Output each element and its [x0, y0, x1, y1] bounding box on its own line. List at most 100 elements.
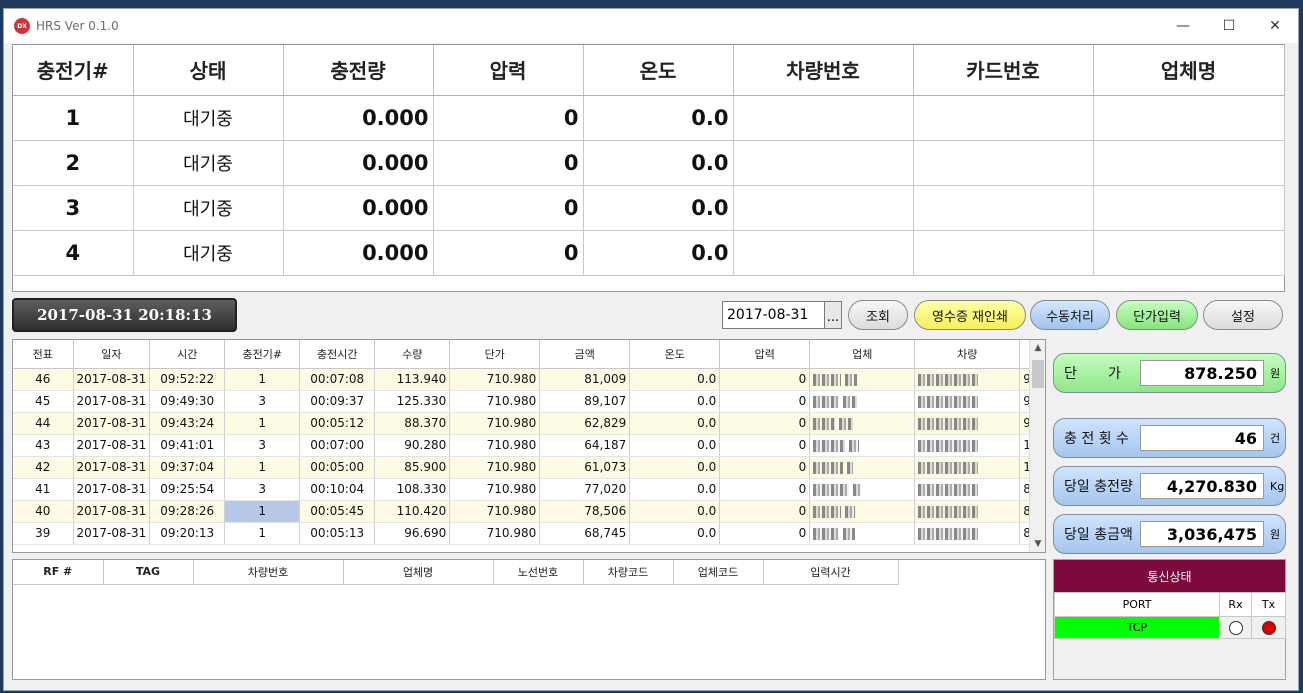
reprint-receipt-button[interactable]: 영수증 재인쇄	[914, 300, 1026, 330]
col-header-duration[interactable]: 충전시간	[299, 340, 376, 369]
table-row[interactable]: 43 2017-08-31 09:41:01 3 00:07:00 90.280 710.9…	[13, 434, 1035, 457]
col-header-pressure[interactable]: 압력	[719, 340, 811, 369]
ledger-amount: 64,187	[539, 434, 631, 457]
charger-pressure: 0	[433, 95, 584, 141]
table-row[interactable]: 45 2017-08-31 09:49:30 3 00:09:37 125.330 710.…	[13, 390, 1035, 413]
col-header-charger[interactable]: 충전기#	[13, 45, 134, 96]
comm-status-panel: 통신상태 PORT Rx Tx TCP	[1053, 559, 1286, 680]
ledger-charger: 1	[224, 456, 301, 479]
col-header-rf[interactable]: RF #	[13, 560, 104, 585]
charger-row[interactable]: 1 대기중 0.000 0 0.0	[13, 95, 1285, 141]
redacted-text	[839, 417, 854, 430]
col-header-amount[interactable]: 금액	[539, 340, 631, 369]
ledger-time: 09:52:22	[149, 368, 226, 391]
tx-cell	[1251, 616, 1286, 639]
scroll-up-icon[interactable]: ▲	[1030, 340, 1045, 356]
ledger-temp: 0.0	[629, 434, 721, 457]
maximize-button[interactable]: ☐	[1206, 9, 1252, 43]
ledger-charger: 3	[224, 478, 301, 501]
table-row[interactable]: 46 2017-08-31 09:52:22 1 00:07:08 113.940 710.…	[13, 368, 1035, 391]
charger-number: 3	[13, 185, 134, 231]
table-row[interactable]: 44 2017-08-31 09:43:24 1 00:05:12 88.370 710.9…	[13, 412, 1035, 435]
table-row[interactable]: 39 2017-08-31 09:20:13 1 00:05:13 96.690 710.9…	[13, 522, 1035, 545]
col-header-state[interactable]: 상태	[133, 45, 284, 96]
col-header-company-name[interactable]: 업체명	[343, 560, 494, 585]
col-header-slip[interactable]: 전표	[13, 340, 74, 369]
ledger-temp: 0.0	[629, 500, 721, 523]
col-header-car-code[interactable]: 차량코드	[583, 560, 674, 585]
ledger-company	[809, 456, 916, 479]
col-header-tx: Tx	[1251, 592, 1286, 617]
charger-card	[913, 185, 1094, 231]
col-header-vehicle[interactable]: 차량	[914, 340, 1021, 369]
manual-process-button[interactable]: 수동처리	[1030, 300, 1110, 330]
charger-amount: 0.000	[283, 140, 434, 186]
col-header-route[interactable]: 노선번호	[493, 560, 584, 585]
minimize-button[interactable]: —	[1160, 9, 1206, 43]
transaction-list[interactable]: 전표 일자 시간 충전기# 충전시간 수량 단가 금액 온도 압력 업체 차량 …	[12, 339, 1046, 553]
col-header-company[interactable]: 업체	[809, 340, 916, 369]
ledger-scrollbar[interactable]: ▲ ▼	[1029, 340, 1045, 552]
ledger-date: 2017-08-31	[73, 368, 151, 391]
charger-temp: 0.0	[583, 185, 734, 231]
date-picker-button[interactable]: ...	[824, 301, 842, 329]
charger-row[interactable]: 3 대기중 0.000 0 0.0	[13, 185, 1285, 231]
comm-status-title: 통신상태	[1054, 560, 1285, 592]
redacted-text	[813, 483, 850, 496]
ledger-unit-price: 710.980	[449, 500, 541, 523]
ledger-company	[809, 478, 916, 501]
redacted-text	[849, 439, 860, 452]
col-header-quantity[interactable]: 수량	[374, 340, 451, 369]
redacted-text	[813, 461, 844, 474]
ledger-temp: 0.0	[629, 456, 721, 479]
table-row[interactable]: 40 2017-08-31 09:28:26 1 00:05:45 110.420 710.…	[13, 500, 1035, 523]
col-header-car-number[interactable]: 차량번호	[193, 560, 344, 585]
col-header-car[interactable]: 차량번호	[733, 45, 914, 96]
unit-price-input-button[interactable]: 단가입력	[1116, 300, 1198, 330]
comm-row: TCP	[1054, 616, 1286, 639]
charger-row[interactable]: 2 대기중 0.000 0 0.0	[13, 140, 1285, 186]
daily-quantity-box: 당일 충전량 4,270.830 Kg	[1053, 466, 1286, 506]
charger-row[interactable]: 4 대기중 0.000 0 0.0	[13, 230, 1285, 276]
settings-button[interactable]: 설정	[1203, 300, 1283, 330]
col-header-card[interactable]: 카드번호	[913, 45, 1094, 96]
redacted-text	[918, 483, 979, 496]
charger-number: 4	[13, 230, 134, 276]
col-header-tag[interactable]: TAG	[103, 560, 194, 585]
table-row[interactable]: 42 2017-08-31 09:37:04 1 00:05:00 85.900 710.9…	[13, 456, 1035, 479]
col-header-temp[interactable]: 온도	[583, 45, 734, 96]
col-header-unit-price[interactable]: 단가	[449, 340, 541, 369]
col-header-temp[interactable]: 온도	[629, 340, 721, 369]
charger-car	[733, 95, 914, 141]
daily-quantity-value: 4,270.830	[1140, 473, 1264, 499]
col-header-port: PORT	[1054, 592, 1220, 617]
ledger-duration: 00:05:12	[299, 412, 376, 435]
ledger-time: 09:28:26	[149, 500, 226, 523]
ledger-slip: 41	[13, 478, 74, 501]
search-button[interactable]: 조회	[848, 300, 908, 330]
col-header-time[interactable]: 시간	[149, 340, 226, 369]
tx-indicator-icon	[1261, 620, 1276, 635]
charger-amount: 0.000	[283, 95, 434, 141]
date-field[interactable]: 2017-08-31	[722, 301, 826, 329]
col-header-company[interactable]: 업체명	[1093, 45, 1285, 96]
comm-status-table: PORT Rx Tx TCP	[1054, 592, 1286, 639]
table-row[interactable]: 41 2017-08-31 09:25:54 3 00:10:04 108.330 710.…	[13, 478, 1035, 501]
ledger-date: 2017-08-31	[73, 456, 151, 479]
charger-card	[913, 95, 1094, 141]
scroll-thumb[interactable]	[1032, 360, 1044, 388]
col-header-company-code[interactable]: 업체코드	[673, 560, 764, 585]
col-header-pressure[interactable]: 압력	[433, 45, 584, 96]
daily-quantity-unit: Kg	[1270, 479, 1285, 493]
col-header-amount[interactable]: 충전량	[283, 45, 434, 96]
ledger-slip: 40	[13, 500, 74, 523]
rf-tag-panel[interactable]: RF # TAG 차량번호 업체명 노선번호 차량코드 업체코드 입력시간	[12, 559, 1046, 680]
scroll-down-icon[interactable]: ▼	[1030, 536, 1045, 552]
redacted-text	[918, 439, 979, 452]
title-bar[interactable]: DX HRS Ver 0.1.0 — ☐ ✕	[4, 9, 1298, 43]
col-header-input-time[interactable]: 입력시간	[763, 560, 899, 585]
ledger-vehicle	[914, 368, 1021, 391]
close-button[interactable]: ✕	[1252, 9, 1298, 43]
col-header-charger[interactable]: 충전기#	[224, 340, 301, 369]
col-header-date[interactable]: 일자	[73, 340, 151, 369]
